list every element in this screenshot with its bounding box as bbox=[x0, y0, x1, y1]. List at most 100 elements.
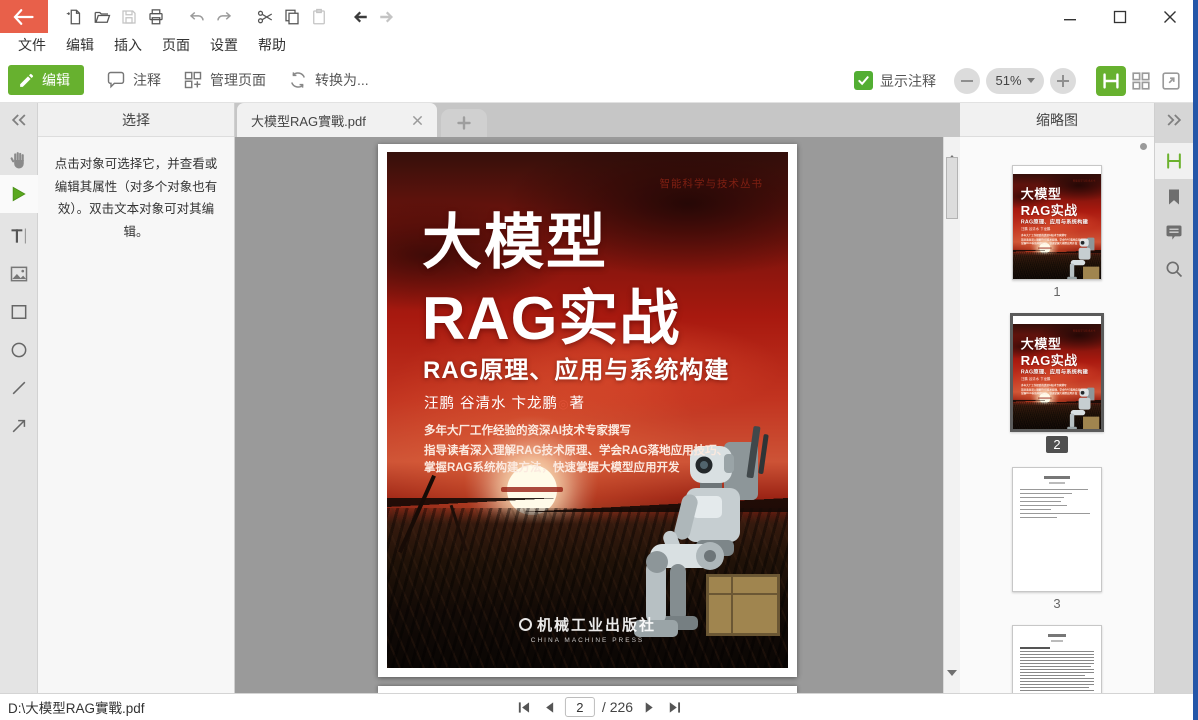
cover-title-line1: 大模型 bbox=[422, 209, 608, 276]
menu-edit[interactable]: 编辑 bbox=[56, 33, 104, 58]
content-area: 选择 点击对象可选择它，并查看或编辑其属性（对多个对象也有效）。双击文本对象可对… bbox=[0, 103, 1198, 693]
menu-page[interactable]: 页面 bbox=[152, 33, 200, 58]
comment-list-icon bbox=[1166, 225, 1182, 240]
scrollbar-thumb[interactable] bbox=[946, 157, 958, 219]
zoom-out-button[interactable] bbox=[954, 67, 980, 94]
thumbnail-page-number: 1 bbox=[1053, 284, 1061, 299]
toolbar-right-group: 显示注释 51% bbox=[854, 58, 1186, 103]
pdf-page[interactable]: 智能科学与技术丛书 大模型 RAG实战 RAG原理、应用与系统构建 汪鹏 谷清水… bbox=[378, 144, 797, 677]
author-mark: ◎ bbox=[558, 397, 570, 411]
open-folder-icon bbox=[94, 11, 110, 23]
zoom-in-button[interactable] bbox=[1050, 67, 1076, 94]
scroll-up-button[interactable] bbox=[944, 139, 960, 161]
previous-page-icon bbox=[545, 701, 553, 713]
hand-tool-button[interactable] bbox=[0, 145, 38, 175]
thumbnail-text-page-3 bbox=[1013, 468, 1101, 591]
first-page-button[interactable] bbox=[515, 698, 533, 716]
collapse-right-panel-button[interactable] bbox=[1155, 103, 1193, 137]
page-total: / 226 bbox=[601, 699, 634, 715]
scroll-down-button[interactable] bbox=[944, 669, 960, 691]
ellipse-tool-button[interactable] bbox=[0, 335, 38, 365]
chevrons-right-icon bbox=[1167, 114, 1182, 126]
convert-button[interactable]: 转换为... bbox=[288, 65, 369, 95]
maximize-button[interactable] bbox=[1106, 4, 1134, 30]
page-number-input[interactable] bbox=[564, 697, 595, 717]
convert-icon bbox=[291, 72, 305, 88]
next-page-button[interactable] bbox=[640, 698, 658, 716]
rectangle-tool-button[interactable] bbox=[0, 297, 38, 327]
bookmarks-tab-button[interactable] bbox=[1155, 179, 1193, 215]
thumbnail-page-number: 3 bbox=[1053, 596, 1061, 611]
window-controls bbox=[1056, 0, 1184, 33]
canvas-scrollbar[interactable] bbox=[943, 137, 960, 693]
cover-title-line2: RAG实战 bbox=[422, 285, 681, 352]
left-tool-rail bbox=[0, 103, 38, 693]
navigate-forward-icon bbox=[379, 11, 393, 22]
minimize-icon bbox=[1064, 18, 1076, 20]
cover-tagline-1: 多年大厂工作经验的资深AI技术专家撰写 bbox=[424, 425, 631, 437]
menu-file[interactable]: 文件 bbox=[8, 33, 56, 58]
minimize-button[interactable] bbox=[1056, 4, 1084, 30]
manage-pages-label: 管理页面 bbox=[210, 72, 266, 88]
next-page-edge bbox=[378, 686, 797, 693]
thumbnails-tab-button[interactable] bbox=[1155, 143, 1193, 179]
select-panel-title: 选择 bbox=[38, 103, 234, 137]
text-tool-button[interactable] bbox=[0, 221, 38, 251]
collapse-left-panel-button[interactable] bbox=[0, 103, 38, 137]
new-document-button[interactable] bbox=[62, 4, 87, 30]
document-tab[interactable]: 大模型RAG實戰.pdf bbox=[237, 103, 437, 137]
scroll-down-icon bbox=[947, 669, 957, 691]
thumbnail-page-2[interactable]: 智能科学与技术丛书 大模型 RAG实战 RAG原理、应用与系统构建 汪鹏 谷清水… bbox=[1010, 313, 1104, 453]
menu-insert[interactable]: 插入 bbox=[104, 33, 152, 58]
navigate-forward-button[interactable] bbox=[374, 4, 399, 30]
comments-tab-button[interactable] bbox=[1155, 215, 1193, 251]
menu-help[interactable]: 帮助 bbox=[248, 33, 296, 58]
select-panel-description: 点击对象可选择它，并查看或编辑其属性（对多个对象也有效）。双击文本对象可对其编辑… bbox=[54, 157, 218, 239]
undo-button[interactable] bbox=[184, 4, 209, 30]
image-tool-button[interactable] bbox=[0, 259, 38, 289]
cut-button[interactable] bbox=[252, 4, 277, 30]
thumbnail-page-3[interactable]: 3 bbox=[1012, 467, 1102, 611]
select-cursor-icon bbox=[12, 186, 26, 202]
last-page-button[interactable] bbox=[665, 698, 683, 716]
show-comments-checkbox[interactable] bbox=[854, 71, 873, 90]
search-tab-button[interactable] bbox=[1155, 251, 1193, 287]
thumbnail-page-1[interactable]: 智能科学与技术丛书 大模型 RAG实战 RAG原理、应用与系统构建 汪鹏 谷清水… bbox=[1012, 165, 1102, 299]
navigate-back-button[interactable] bbox=[347, 4, 372, 30]
paste-button[interactable] bbox=[306, 4, 331, 30]
line-tool-button[interactable] bbox=[0, 373, 38, 403]
arrow-tool-button[interactable] bbox=[0, 411, 38, 441]
fullscreen-button[interactable] bbox=[1156, 66, 1186, 96]
redo-button[interactable] bbox=[211, 4, 236, 30]
document-canvas[interactable]: 智能科学与技术丛书 大模型 RAG实战 RAG原理、应用与系统构建 汪鹏 谷清水… bbox=[235, 137, 960, 693]
grid-view-button[interactable] bbox=[1126, 66, 1156, 96]
page-navigation: / 226 bbox=[515, 697, 683, 717]
single-page-view-button[interactable] bbox=[1096, 65, 1126, 96]
back-button[interactable] bbox=[0, 0, 48, 33]
convert-button-label: 转换为... bbox=[315, 72, 369, 88]
copy-button[interactable] bbox=[279, 4, 304, 30]
thumbnail-scrollbar-thumb[interactable] bbox=[1140, 143, 1147, 150]
zoom-level-dropdown[interactable]: 51% bbox=[986, 67, 1044, 94]
title-bar bbox=[0, 0, 1198, 33]
cover-series-label: 智能科学与技术丛书 bbox=[659, 178, 763, 190]
chevrons-left-icon bbox=[11, 114, 25, 126]
edit-button-label: 编辑 bbox=[42, 72, 70, 88]
comment-button[interactable]: 注释 bbox=[106, 65, 161, 95]
next-page-icon bbox=[645, 701, 653, 713]
tab-close-button[interactable] bbox=[407, 110, 427, 130]
thumbnail-page-4[interactable]: 4 bbox=[1012, 625, 1102, 693]
print-icon bbox=[148, 8, 163, 24]
print-button[interactable] bbox=[143, 4, 168, 30]
select-tool-button[interactable] bbox=[0, 175, 38, 213]
previous-page-button[interactable] bbox=[540, 698, 558, 716]
edit-mode-button[interactable]: 编辑 bbox=[8, 65, 84, 95]
image-icon bbox=[10, 266, 27, 282]
manage-pages-button[interactable]: 管理页面 bbox=[183, 65, 266, 95]
open-file-button[interactable] bbox=[89, 4, 114, 30]
save-button[interactable] bbox=[116, 4, 141, 30]
close-button[interactable] bbox=[1156, 4, 1184, 30]
new-tab-button[interactable] bbox=[441, 109, 487, 137]
menu-settings[interactable]: 设置 bbox=[200, 33, 248, 58]
book-cover: 智能科学与技术丛书 大模型 RAG实战 RAG原理、应用与系统构建 汪鹏 谷清水… bbox=[387, 152, 788, 668]
